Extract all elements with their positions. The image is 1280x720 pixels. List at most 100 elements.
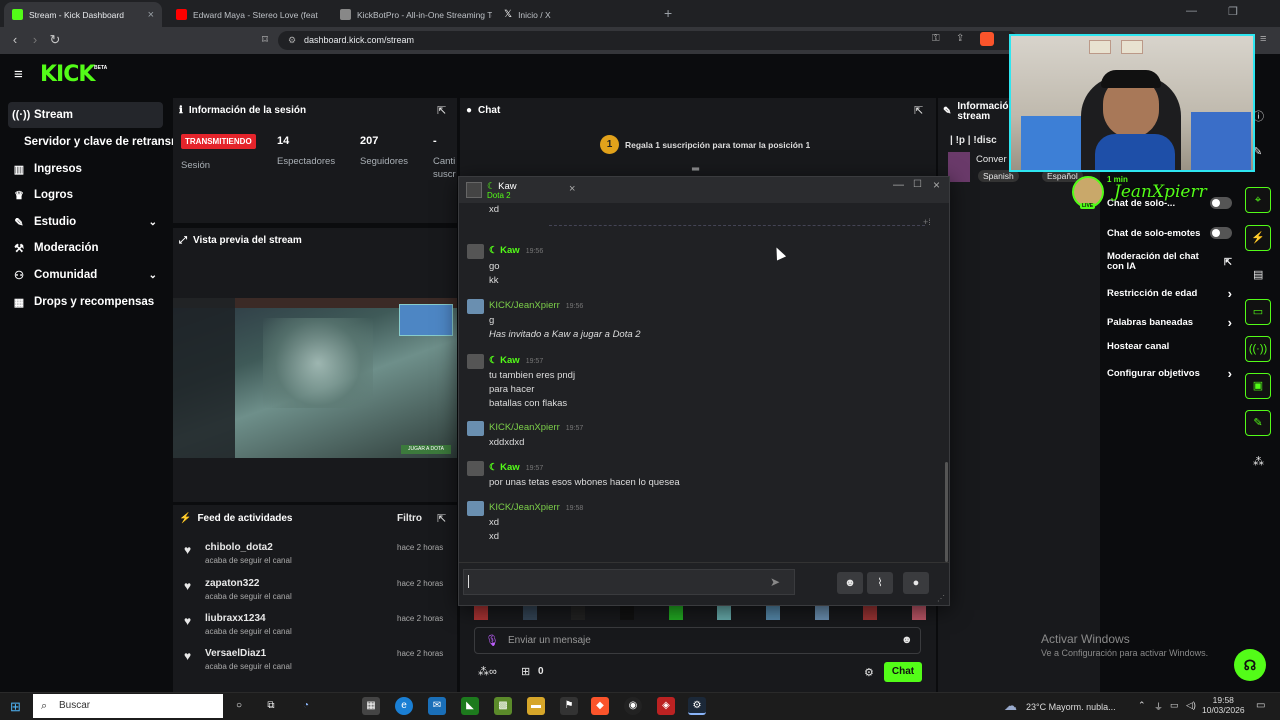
popout-icon[interactable]: ⇱ (437, 512, 446, 525)
drag-handle-icon[interactable]: ═ (692, 164, 699, 175)
list-item[interactable]: ♥ VersaelDiaz1 acaba de seguir el canal … (173, 644, 457, 678)
support-headset-button[interactable]: ☊ (1234, 649, 1266, 681)
gift-icon[interactable]: ⊞ (521, 665, 530, 678)
chat-send-button[interactable]: Chat (884, 662, 922, 682)
steam-icon[interactable]: ⚙ (688, 697, 706, 715)
voice-button[interactable]: ● (903, 572, 929, 594)
screen-button[interactable]: ▣ (1245, 373, 1271, 399)
volume-icon[interactable]: ◁) (1186, 700, 1196, 711)
emote-icon[interactable] (668, 606, 683, 620)
chat-bubble-button[interactable]: ▭ (1245, 299, 1271, 325)
tab-kickbotpro[interactable]: KickBotPro - All-in-One Streaming To (332, 2, 492, 27)
hamburger-menu-icon[interactable]: ≡ (14, 66, 23, 83)
emote-icon[interactable] (814, 606, 829, 620)
reload-icon[interactable]: ↻ (46, 31, 64, 49)
cortana-icon[interactable]: ○ (230, 697, 248, 715)
setting-emote-chat[interactable]: Chat de solo-emotes (1107, 227, 1232, 239)
sidebar-item-stream[interactable]: ((·)) Stream (8, 102, 163, 128)
emote-icon[interactable] (765, 606, 780, 620)
sidebar-item-server-key[interactable]: Servidor y clave de retransm (8, 129, 173, 155)
add-icon[interactable]: +⁞ (923, 217, 931, 227)
password-key-icon[interactable]: ⚿ (932, 33, 940, 44)
popup-scrollbar[interactable] (945, 462, 948, 562)
maximize-icon[interactable]: ☐ (913, 179, 922, 190)
setting-ai-moderation[interactable]: Moderación del chat con IA ⇱ (1107, 252, 1232, 272)
dota-icon[interactable]: ◈ (657, 697, 675, 715)
weather-text[interactable]: 23°C Mayorm. nubla... (1026, 702, 1116, 712)
setting-banned-words[interactable]: Palabras baneadas › (1107, 315, 1232, 330)
file-explorer-icon[interactable]: ▬ (527, 697, 545, 715)
emote-icon[interactable] (619, 606, 634, 620)
sidebar-item-achievements[interactable]: ♛ Logros (8, 182, 163, 208)
broadcast-button[interactable]: ((·)) (1245, 336, 1271, 362)
list-item[interactable]: ♥ zapaton322 acaba de seguir el canal ha… (173, 574, 457, 608)
network-icon[interactable]: ▭ (1170, 700, 1179, 711)
close-tab-icon[interactable]: × (148, 9, 154, 21)
chat-message-input[interactable]: 🎙 Enviar un mensaje ☻ (474, 627, 921, 654)
tab-x[interactable]: 𝕏 Inicio / X (496, 2, 656, 27)
setting-age-restriction[interactable]: Restricción de edad › (1107, 286, 1232, 301)
taskbar-search-box[interactable]: ⌕ Buscar (33, 694, 223, 718)
tray-chevron-icon[interactable]: ⌃ (1138, 700, 1146, 711)
category-thumbnail[interactable] (948, 152, 970, 182)
emoji-icon[interactable]: ☻ (901, 634, 913, 646)
minimize-window-icon[interactable]: — (1186, 5, 1197, 17)
usb-icon[interactable]: ⏚ (1154, 700, 1163, 713)
browser-menu-icon[interactable]: ≡ (1260, 33, 1266, 45)
maximize-window-icon[interactable]: ❐ (1228, 5, 1238, 18)
share-icon[interactable]: ⇪ (956, 33, 964, 44)
emote-icon[interactable] (717, 606, 732, 620)
setting-host-channel[interactable]: Hostear canal (1107, 341, 1232, 352)
tab-youtube[interactable]: Edward Maya - Stereo Love (feat (168, 2, 328, 27)
back-icon[interactable]: ‹ (6, 31, 24, 49)
close-conversation-icon[interactable]: × (569, 183, 575, 195)
share-nodes-icon[interactable]: ⁂ (1253, 455, 1264, 468)
emote-icon[interactable] (571, 606, 586, 620)
feed-filter-button[interactable]: Filtro (397, 513, 422, 524)
toggle-switch[interactable] (1210, 227, 1232, 239)
popup-reply-input[interactable]: ➤ (463, 569, 795, 595)
edge-icon[interactable]: e (395, 697, 413, 715)
document-icon[interactable]: ▤ (1253, 268, 1263, 281)
mail-icon[interactable]: ✉ (428, 697, 446, 715)
weather-icon[interactable]: ☁ (1004, 698, 1017, 714)
minecraft-icon[interactable]: ▩ (494, 697, 512, 715)
brave-icon[interactable]: ◆ (591, 697, 609, 715)
stream-preview-video[interactable]: JUGAR A DOTA (173, 298, 457, 458)
setting-goals[interactable]: Configurar objetivos › (1107, 366, 1232, 381)
bookmark-icon[interactable]: ⌑ (256, 31, 274, 49)
forward-icon[interactable]: › (26, 31, 44, 49)
gift-leaderboard-text[interactable]: Regala 1 suscripción para tomar la posic… (625, 140, 810, 150)
nvidia-icon[interactable]: ◣ (461, 697, 479, 715)
emote-icon[interactable] (911, 606, 926, 620)
scan-button[interactable]: ⌖ (1245, 187, 1271, 213)
close-window-icon[interactable]: × (933, 178, 940, 192)
minimize-icon[interactable]: — (893, 179, 904, 191)
list-item[interactable]: ♥ chibolo_dota2 acaba de seguir el canal… (173, 538, 457, 572)
microphone-icon[interactable]: 🎙 (485, 634, 499, 647)
emoji-button[interactable]: ☻ (837, 572, 863, 594)
emote-icon[interactable] (863, 606, 878, 620)
sidebar-item-moderation[interactable]: ⚒ Moderación (8, 235, 163, 261)
tools-button[interactable]: ✎ (1245, 410, 1271, 436)
new-tab-icon[interactable]: + (664, 5, 672, 21)
sidebar-item-drops[interactable]: ▦ Drops y recompensas (8, 289, 163, 315)
brave-shield-icon[interactable] (980, 32, 994, 46)
notification-icon[interactable]: ▭ (1256, 700, 1265, 711)
store-icon[interactable]: ▦ (362, 697, 380, 715)
sidebar-item-studio[interactable]: ✎ Estudio ⌄ (8, 209, 163, 235)
windows-start-icon[interactable]: ⊞ (10, 699, 21, 715)
list-item[interactable]: ♥ liubraxx1234 acaba de seguir el canal … (173, 609, 457, 643)
popout-icon[interactable]: ⇱ (437, 104, 446, 117)
send-arrow-icon[interactable]: ➤ (770, 575, 780, 589)
emote-icon[interactable] (522, 606, 537, 620)
copilot-icon[interactable]: ◔ (297, 697, 315, 715)
resize-grip-icon[interactable]: ⋰ (937, 594, 945, 603)
task-view-icon[interactable]: ⧉ (262, 697, 280, 715)
sidebar-item-revenue[interactable]: ▥ Ingresos (8, 156, 163, 182)
kick-logo[interactable]: KICK (40, 62, 95, 87)
site-info-icon[interactable]: ⚙ (288, 35, 296, 46)
toggle-switch[interactable] (1210, 197, 1232, 209)
app-icon[interactable]: ⚑ (560, 697, 578, 715)
popout-icon[interactable]: ⇱ (914, 104, 923, 117)
